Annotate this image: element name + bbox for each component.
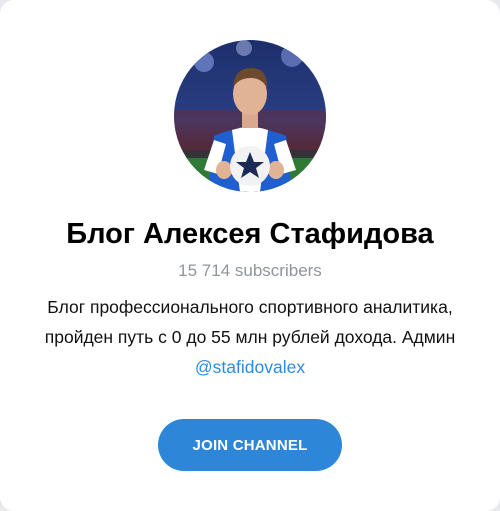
admin-mention-link[interactable]: @stafidovalex <box>195 357 305 377</box>
description-text: Блог профессионального спортивного анали… <box>44 297 456 347</box>
channel-title: Блог Алексея Стафидова <box>66 218 434 250</box>
channel-description: Блог профессионального спортивного анали… <box>20 292 480 382</box>
avatar-photo <box>174 40 326 192</box>
channel-avatar <box>174 40 326 192</box>
subscriber-count: 15 714 subscribers <box>178 261 322 280</box>
join-channel-button[interactable]: JOIN CHANNEL <box>158 419 342 471</box>
channel-card: Блог Алексея Стафидова 15 714 subscriber… <box>0 0 500 511</box>
